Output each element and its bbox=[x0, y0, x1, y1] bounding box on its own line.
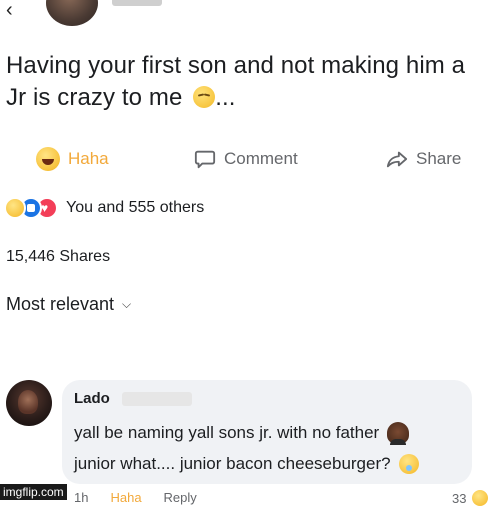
poster-avatar[interactable] bbox=[46, 0, 98, 26]
comment-reply-button[interactable]: Reply bbox=[164, 490, 197, 505]
shares-count[interactable]: 15,446 Shares bbox=[6, 248, 110, 266]
post-text: Having your first son and not making him… bbox=[6, 50, 476, 114]
haha-icon bbox=[4, 197, 26, 219]
share-button-label: Share bbox=[416, 149, 462, 168]
comment-haha-button[interactable]: Haha bbox=[110, 490, 141, 505]
post-text-body: Having your first son and not making him… bbox=[6, 52, 466, 111]
drooling-face-icon bbox=[398, 454, 419, 474]
comment-reaction-number: 33 bbox=[452, 490, 467, 506]
comment-line-2: junior what.... junior bacon cheeseburge… bbox=[74, 454, 391, 473]
haha-icon bbox=[472, 490, 489, 506]
comment-time: 1h bbox=[74, 490, 89, 505]
share-icon bbox=[386, 148, 408, 170]
haha-button[interactable]: Haha bbox=[36, 146, 109, 172]
reactions-summary[interactable]: You and 555 others bbox=[4, 197, 204, 219]
comment-text-line: junior what.... junior bacon cheeseburge… bbox=[74, 454, 419, 474]
commenter-name-redacted bbox=[122, 392, 192, 406]
comment-meta: 1h Haha Reply bbox=[74, 490, 197, 505]
haha-icon bbox=[36, 147, 60, 171]
comment-sort-dropdown[interactable]: Most relevant ⌵ bbox=[6, 294, 131, 315]
comment-button[interactable]: Comment bbox=[194, 146, 298, 172]
haha-button-label: Haha bbox=[68, 149, 109, 168]
comment-text-line: yall be naming yall sons jr. with no fat… bbox=[74, 422, 410, 445]
reactions-summary-text: You and 555 others bbox=[66, 199, 205, 216]
share-button[interactable]: Share bbox=[386, 146, 461, 172]
comment-line-1: yall be naming yall sons jr. with no fat… bbox=[74, 423, 380, 442]
comment-button-label: Comment bbox=[224, 149, 298, 168]
unamused-face-icon bbox=[193, 86, 216, 108]
watermark: imgflip.com bbox=[0, 484, 67, 500]
post-text-ellipsis: ... bbox=[215, 84, 236, 111]
man-emoji-icon bbox=[387, 422, 410, 445]
poster-name-redacted bbox=[112, 0, 162, 6]
commenter-avatar[interactable] bbox=[6, 380, 52, 426]
comment-icon bbox=[194, 148, 216, 170]
back-arrow-icon[interactable]: ‹ bbox=[6, 0, 13, 20]
comment-reaction-count[interactable]: 33 bbox=[452, 490, 489, 506]
chevron-down-icon: ⌵ bbox=[122, 297, 132, 311]
comment-sort-label: Most relevant bbox=[6, 294, 115, 314]
commenter-name[interactable]: Lado bbox=[74, 390, 110, 407]
